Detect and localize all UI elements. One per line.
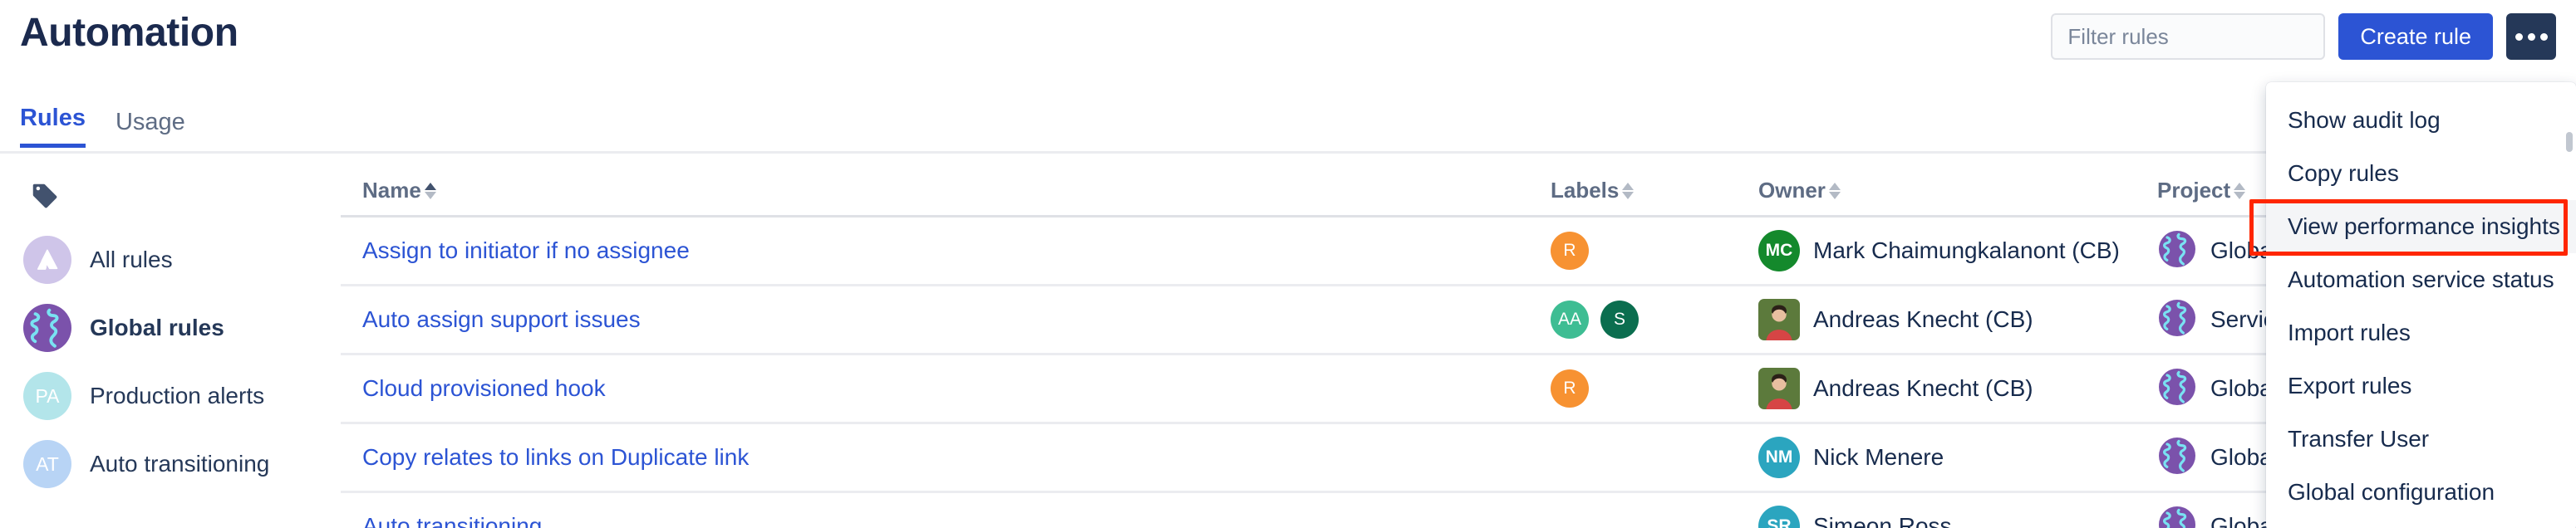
sidebar: All rules Global rules PA Production ale… [0,166,341,528]
avatar: PA [23,372,71,420]
page-title: Automation [20,11,238,55]
sidebar-item-label: All rules [90,247,173,272]
owner-cell: SR Simeon Ross [1758,506,2157,528]
table-row[interactable]: Auto transitioning SR Simeon Ross Global [341,493,2576,528]
sidebar-item-auto-transitioning[interactable]: AT Auto transitioning [0,430,341,498]
automation-page: Automation Create rule Rules Usage [0,0,2576,528]
sort-icon[interactable] [424,182,436,199]
sort-icon[interactable] [1828,182,1841,199]
sidebar-list: All rules Global rules PA Production ale… [0,226,341,498]
owner-cell: Andreas Knecht (CB) [1758,299,2157,340]
rule-name-link[interactable]: Assign to initiator if no assignee [362,237,690,263]
tag-icon [30,181,60,215]
more-horizontal-icon [2527,32,2535,41]
column-header-name[interactable]: Name [362,178,1551,203]
avatar [1758,299,1800,340]
rule-name-cell: Cloud provisioned hook [362,375,1551,402]
filter-rules-input[interactable] [2051,13,2326,60]
column-header-labels[interactable]: Labels [1551,178,1758,203]
owner-name: Nick Menere [1813,444,1944,470]
tab-divider [0,151,2576,154]
globe-icon [2157,229,2197,273]
sidebar-item-label: Global rules [90,315,224,340]
table-body: Assign to initiator if no assignee R MC Mar… [341,218,2576,528]
menu-item-transfer-user[interactable]: Transfer User [2266,413,2576,466]
rule-name-cell: Copy relates to links on Duplicate link [362,444,1551,471]
rule-name-link[interactable]: Auto assign support issues [362,306,641,332]
table-row[interactable]: Cloud provisioned hook R Andreas Knecht (… [341,355,2576,424]
more-horizontal-icon [2515,32,2523,41]
label-badge[interactable]: S [1600,301,1639,339]
menu-item-automation-service-status[interactable]: Automation service status [2266,253,2576,306]
menu-item-global-configuration[interactable]: Global configuration [2266,466,2576,519]
table-row[interactable]: Auto assign support issues AA S Andreas Kn… [341,286,2576,355]
more-horizontal-icon [2539,32,2548,41]
rule-name-cell: Auto assign support issues [362,306,1551,333]
tab-rules[interactable]: Rules [20,105,86,148]
sidebar-item-label: Auto transitioning [90,451,270,477]
label-badge[interactable]: AA [1551,301,1589,339]
globe-icon [2157,298,2197,342]
menu-item-copy-rules[interactable]: Copy rules [2266,147,2576,200]
globe-icon [2157,436,2197,480]
label-badge[interactable]: R [1551,369,1589,408]
header-actions: Create rule [2051,13,2556,60]
owner-cell: Andreas Knecht (CB) [1758,368,2157,409]
sidebar-item-label: Production alerts [90,383,265,408]
menu-item-view-performance-insights[interactable]: View performance insights [2266,200,2576,253]
menu-item-export-rules[interactable]: Export rules [2266,359,2576,413]
table-header-row: Name Labels Owner Project [341,166,2576,218]
sort-icon[interactable] [2234,182,2246,199]
column-header-owner[interactable]: Owner [1758,178,2157,203]
menu-item-show-audit-log[interactable]: Show audit log [2266,94,2576,147]
tab-usage[interactable]: Usage [116,109,185,148]
label-badge[interactable]: R [1551,232,1589,270]
avatar: NM [1758,437,1800,478]
menu-scrollbar[interactable] [2566,132,2573,152]
menu-item-import-rules[interactable]: Import rules [2266,306,2576,359]
more-actions-button[interactable] [2506,13,2556,60]
labels-cell: AA S [1551,301,1758,339]
labels-cell: R [1551,232,1758,270]
avatar: MC [1758,230,1800,271]
avatar [1758,368,1800,409]
rule-name-cell: Auto transitioning [362,513,1551,528]
rule-name-link[interactable]: Copy relates to links on Duplicate link [362,444,749,470]
rule-name-cell: Assign to initiator if no assignee [362,237,1551,264]
tab-bar: Rules Usage [20,105,185,148]
rule-name-link[interactable]: Auto transitioning [362,513,542,528]
sort-icon[interactable] [1622,182,1635,199]
labels-cell: R [1551,369,1758,408]
owner-name: Andreas Knecht (CB) [1813,375,2033,401]
rules-table: Name Labels Owner Project Assign to init… [341,166,2576,528]
owner-name: Andreas Knecht (CB) [1813,306,2033,332]
owner-name: Simeon Ross [1813,513,1952,528]
globe-icon [2157,505,2197,528]
avatar: AT [23,440,71,488]
globe-icon [2157,367,2197,411]
owner-cell: NM Nick Menere [1758,437,2157,478]
globe-icon [23,304,71,352]
table-row[interactable]: Assign to initiator if no assignee R MC Mar… [341,218,2576,286]
atlassian-logo-icon [23,236,71,284]
create-rule-button[interactable]: Create rule [2338,13,2493,60]
sidebar-item-production-alerts[interactable]: PA Production alerts [0,362,341,430]
more-actions-menu: Show audit log Copy rules View performance… [2266,82,2576,528]
owner-cell: MC Mark Chaimungkalanont (CB) [1758,230,2157,271]
rule-name-link[interactable]: Cloud provisioned hook [362,375,606,401]
avatar: SR [1758,506,1800,528]
table-row[interactable]: Copy relates to links on Duplicate link N… [341,424,2576,493]
sidebar-item-global-rules[interactable]: Global rules [0,294,341,362]
sidebar-item-all-rules[interactable]: All rules [0,226,341,294]
owner-name: Mark Chaimungkalanont (CB) [1813,237,2120,263]
